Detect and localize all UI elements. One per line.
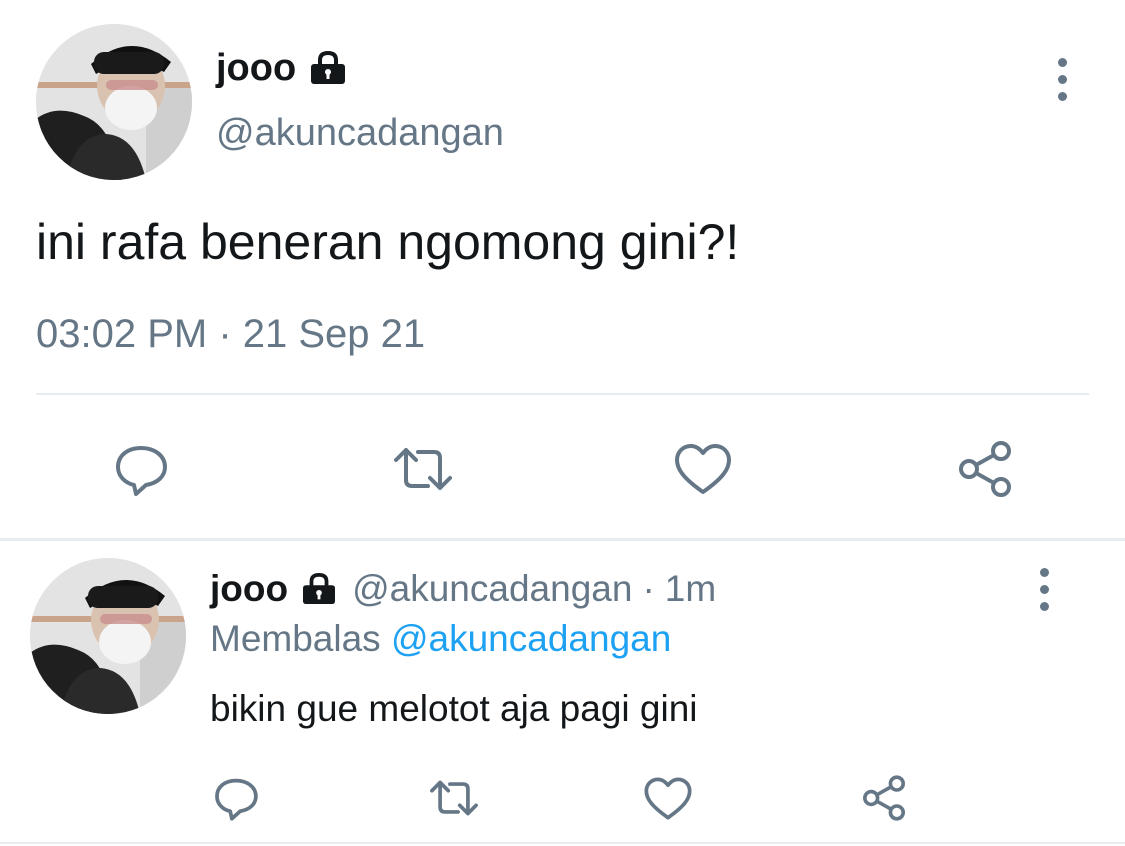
lock-icon: [300, 573, 338, 605]
display-name[interactable]: jooo: [216, 47, 296, 90]
like-button[interactable]: [640, 770, 696, 826]
replying-prefix: Membalas: [210, 618, 381, 659]
share-icon: [863, 775, 906, 821]
replying-to-link[interactable]: @akuncadangan: [391, 618, 671, 659]
user-handle[interactable]: @akuncadangan: [352, 568, 632, 610]
more-vertical-icon[interactable]: [1056, 58, 1068, 101]
separator-dot: ·: [642, 568, 655, 609]
retweet-icon: [394, 448, 452, 490]
section-divider: [0, 538, 1125, 541]
reply-button[interactable]: [106, 434, 176, 504]
retweet-button[interactable]: [424, 770, 484, 826]
share-icon: [959, 441, 1011, 497]
reply-icon: [215, 778, 258, 821]
tweet-timestamp: 03:02 PM · 21 Sep 21: [36, 312, 426, 356]
tweet-text: ini rafa beneran ngomong gini?!: [36, 214, 740, 270]
replying-to-line: Membalas @akuncadangan: [210, 616, 671, 662]
like-button[interactable]: [668, 434, 738, 504]
more-vertical-icon[interactable]: [1038, 568, 1050, 611]
time-ago: 1m: [664, 568, 717, 609]
bottom-divider: [0, 842, 1125, 844]
avatar[interactable]: [36, 24, 192, 180]
share-button[interactable]: [950, 434, 1020, 504]
tweet-text: bikin gue melotot aja pagi gini: [210, 688, 698, 729]
like-icon: [675, 444, 731, 494]
avatar-photo: [36, 24, 192, 180]
retweet-button[interactable]: [388, 434, 458, 504]
share-button[interactable]: [856, 770, 912, 826]
divider: [36, 393, 1089, 395]
reply-icon: [116, 446, 167, 496]
reply-button[interactable]: [208, 770, 264, 826]
retweet-icon: [430, 780, 478, 816]
avatar-photo: [30, 558, 186, 714]
like-icon: [644, 776, 692, 820]
user-handle[interactable]: @akuncadangan: [216, 110, 504, 156]
display-name[interactable]: jooo: [210, 568, 288, 610]
lock-icon: [308, 51, 348, 85]
avatar[interactable]: [30, 558, 186, 714]
